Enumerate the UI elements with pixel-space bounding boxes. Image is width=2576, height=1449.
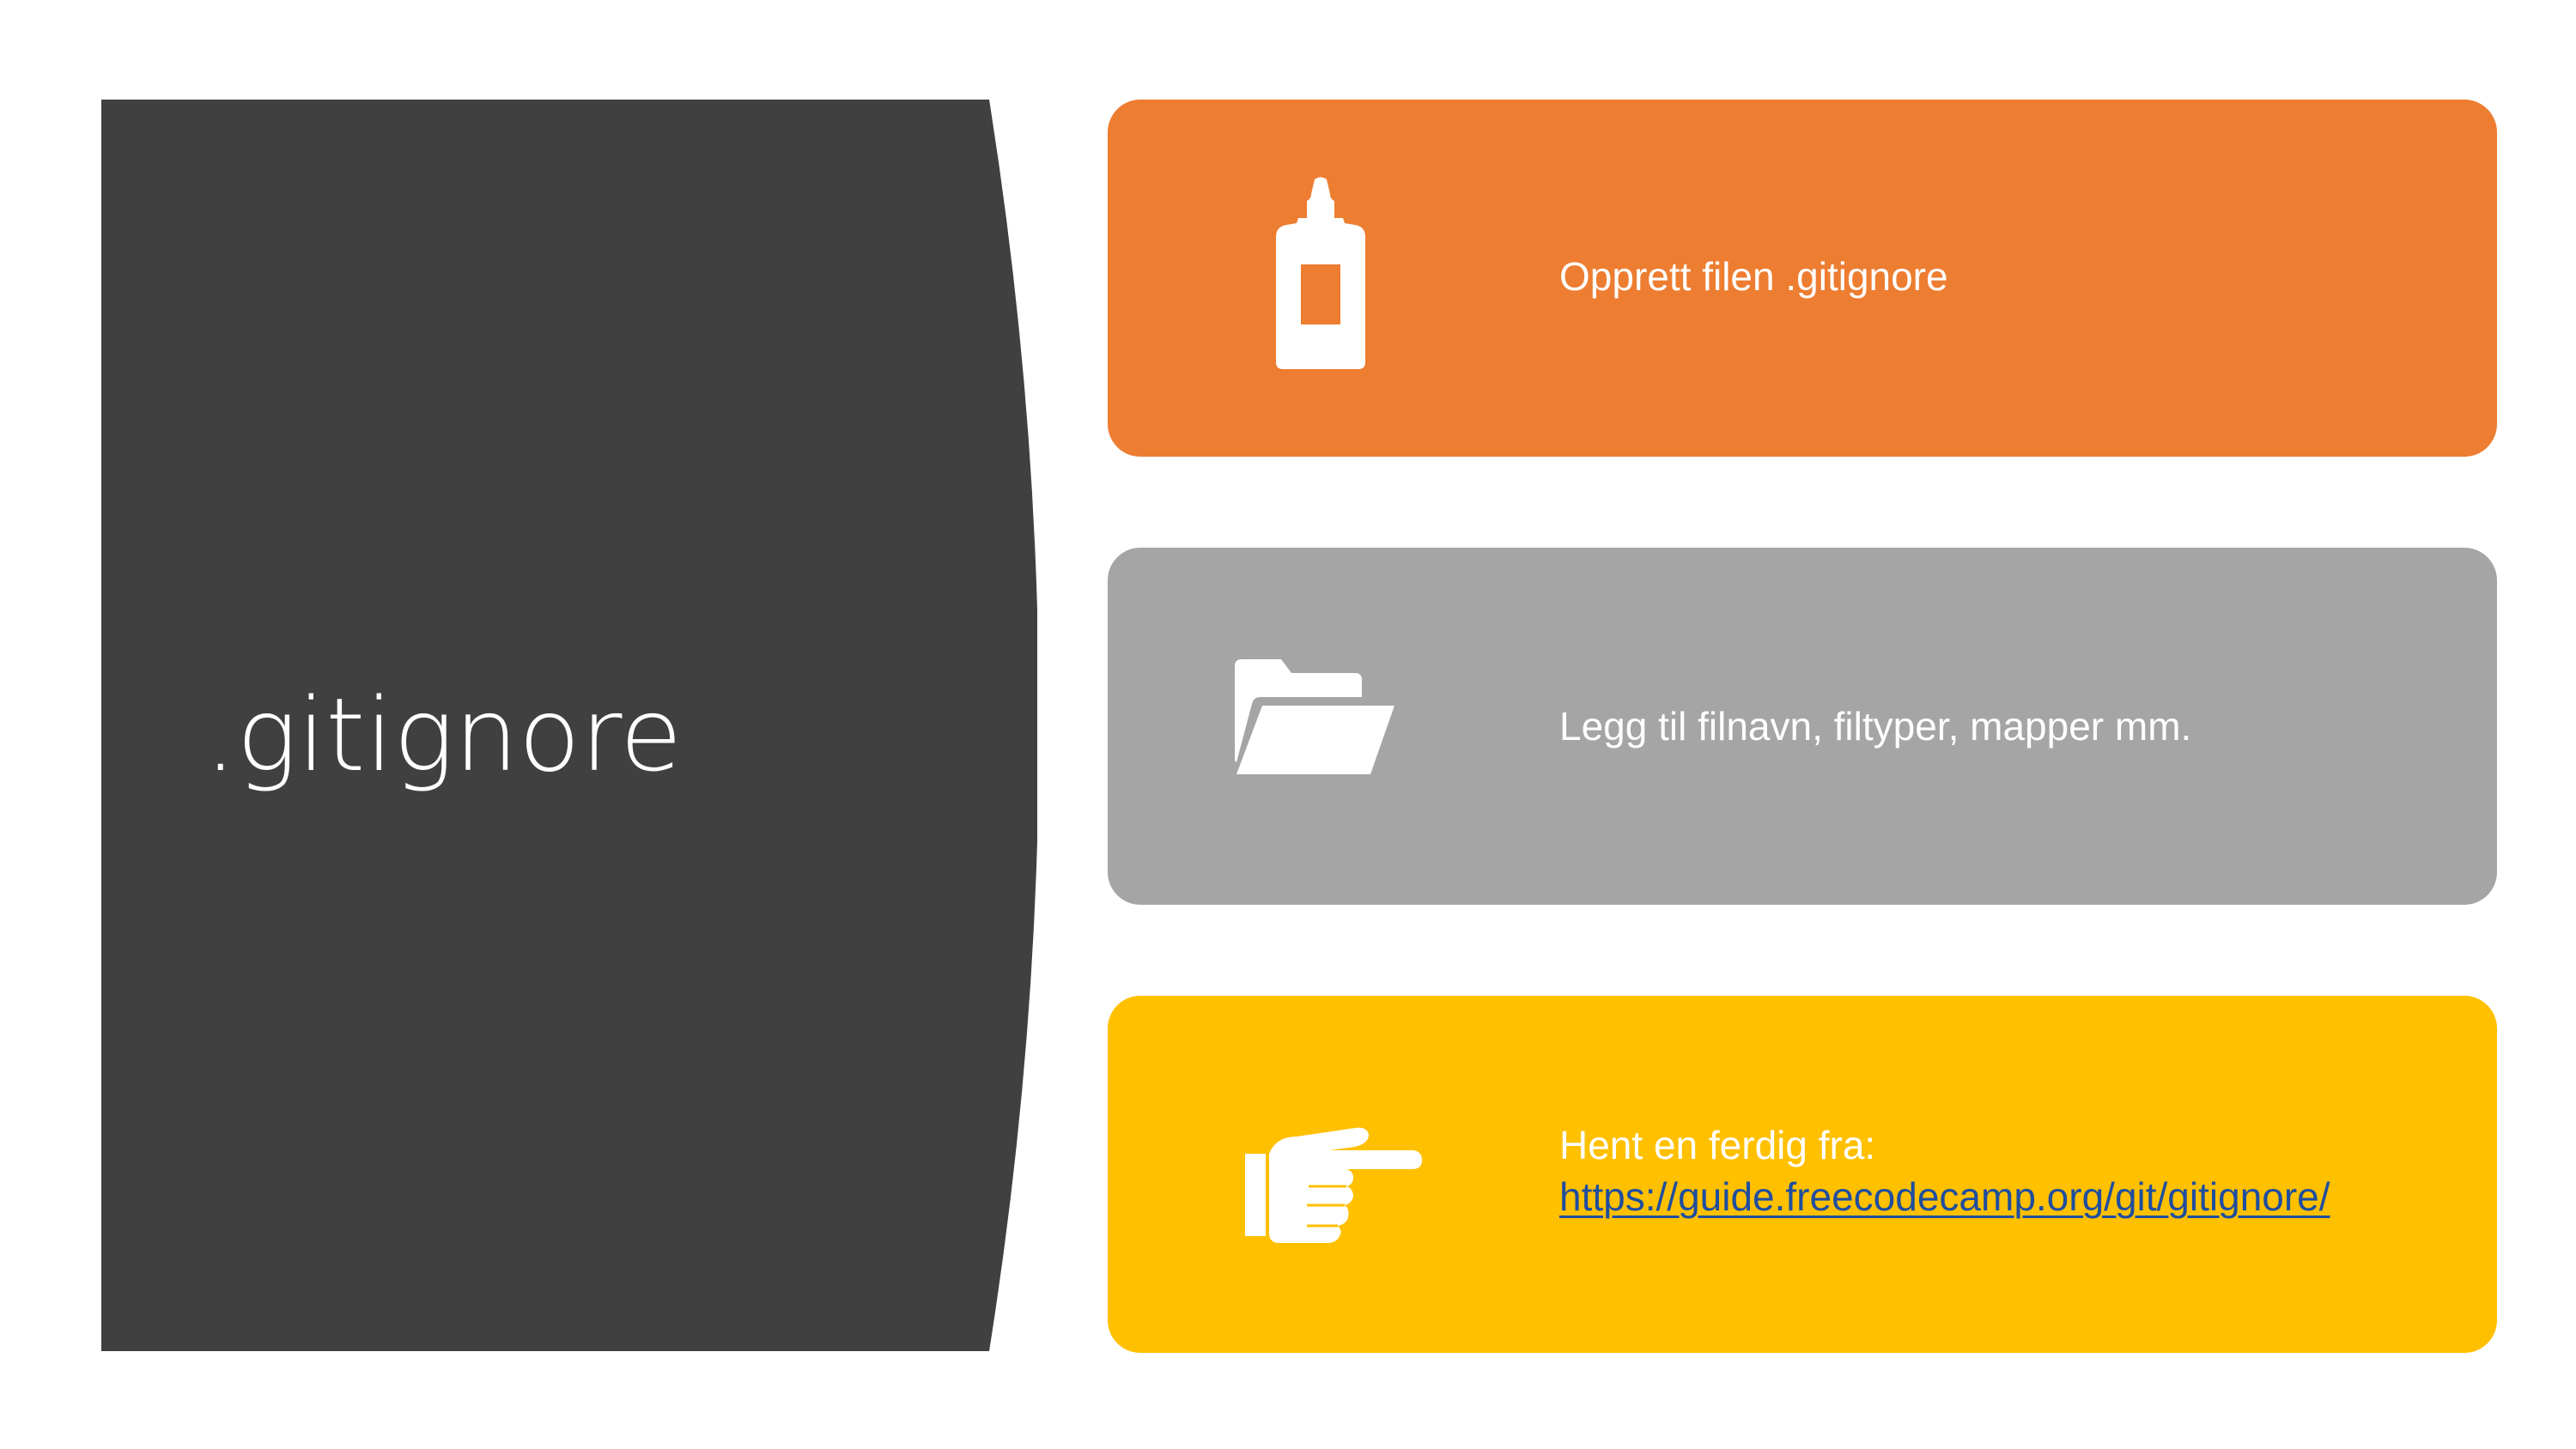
card-text: Legg til filnavn, filtyper, mapper mm.: [1559, 704, 2192, 749]
open-folder-icon: [1218, 623, 1424, 829]
slide-title: .gitignore: [204, 676, 683, 794]
card-create-file: Opprett filen .gitignore: [1108, 100, 2497, 457]
glue-bottle-icon: [1218, 175, 1424, 381]
card-download-template: Hent en ferdig fra: https://guide.freeco…: [1108, 996, 2497, 1353]
card-text: Hent en ferdig fra:: [1559, 1123, 1876, 1167]
card-text: Opprett filen .gitignore: [1559, 254, 1948, 299]
title-panel: .gitignore: [101, 100, 1037, 1351]
freecodecamp-link[interactable]: https://guide.freecodecamp.org/git/gitig…: [1559, 1171, 2330, 1222]
card-add-entries: Legg til filnavn, filtyper, mapper mm.: [1108, 548, 2497, 905]
pointing-hand-icon: [1218, 1071, 1424, 1277]
card-text-block: Hent en ferdig fra: https://guide.freeco…: [1559, 1119, 2330, 1222]
